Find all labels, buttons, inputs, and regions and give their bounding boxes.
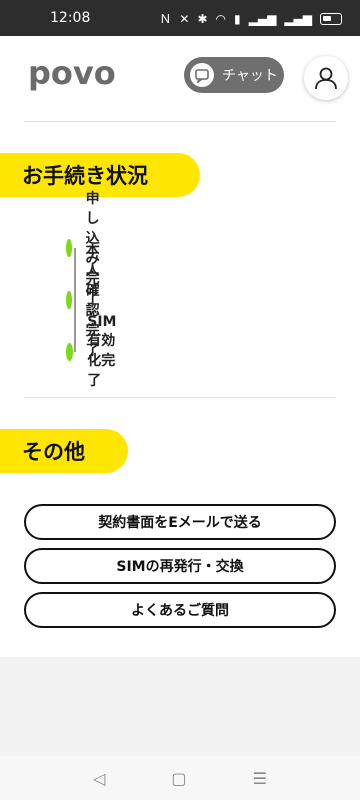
- svg-text:povo: povo: [28, 54, 116, 92]
- home-icon[interactable]: ▢: [171, 769, 186, 788]
- status-icons: Ｎ ✕ ✱ ◠ ▮ ▂▄▆ ▂▄▆: [159, 10, 342, 27]
- check-dot-icon: [66, 343, 74, 361]
- send-contract-email-button[interactable]: 契約書面をEメールで送る: [24, 504, 336, 540]
- status-bar: 12:08 Ｎ ✕ ✱ ◠ ▮ ▂▄▆ ▂▄▆: [0, 0, 360, 36]
- status-time: 12:08: [50, 10, 91, 26]
- battery-icon: [320, 12, 342, 25]
- mute-icon: ✕: [179, 11, 190, 26]
- sim-reissue-button[interactable]: SIMの再発行・交換: [24, 548, 336, 584]
- signal-icon: ▂▄▆: [248, 11, 277, 26]
- main-card: お手続き状況 申し込み完了 本人確認完了 SIM有効化完了 その他 契約書面をE…: [0, 116, 360, 657]
- data-icon: ▮: [234, 11, 241, 26]
- app-header: povo チャット: [0, 36, 360, 116]
- step-label: SIM有効化完了: [87, 314, 117, 389]
- faq-button[interactable]: よくあるご質問: [24, 592, 336, 628]
- check-dot-icon: [66, 239, 72, 257]
- signal-icon: ▂▄▆: [284, 11, 312, 26]
- check-dot-icon: [66, 291, 72, 309]
- divider: [24, 121, 336, 122]
- user-icon: [315, 67, 337, 90]
- other-heading: その他: [0, 429, 128, 473]
- step-item: SIM有効化完了: [66, 314, 127, 389]
- povo-logo[interactable]: povo: [28, 54, 118, 94]
- step-item: 本人確認完了: [66, 243, 112, 359]
- menu-icon[interactable]: ☰: [253, 769, 267, 788]
- wifi-icon: ◠: [215, 11, 227, 26]
- account-button[interactable]: [304, 56, 348, 100]
- chat-icon: [190, 63, 214, 87]
- divider: [24, 397, 336, 398]
- nfc-icon: Ｎ: [159, 12, 172, 26]
- chat-label: チャット: [222, 68, 278, 84]
- system-navbar: ◁ ▢ ☰: [0, 756, 360, 800]
- back-icon[interactable]: ◁: [93, 769, 105, 788]
- bluetooth-icon: ✱: [197, 11, 208, 26]
- chat-button[interactable]: チャット: [184, 57, 284, 93]
